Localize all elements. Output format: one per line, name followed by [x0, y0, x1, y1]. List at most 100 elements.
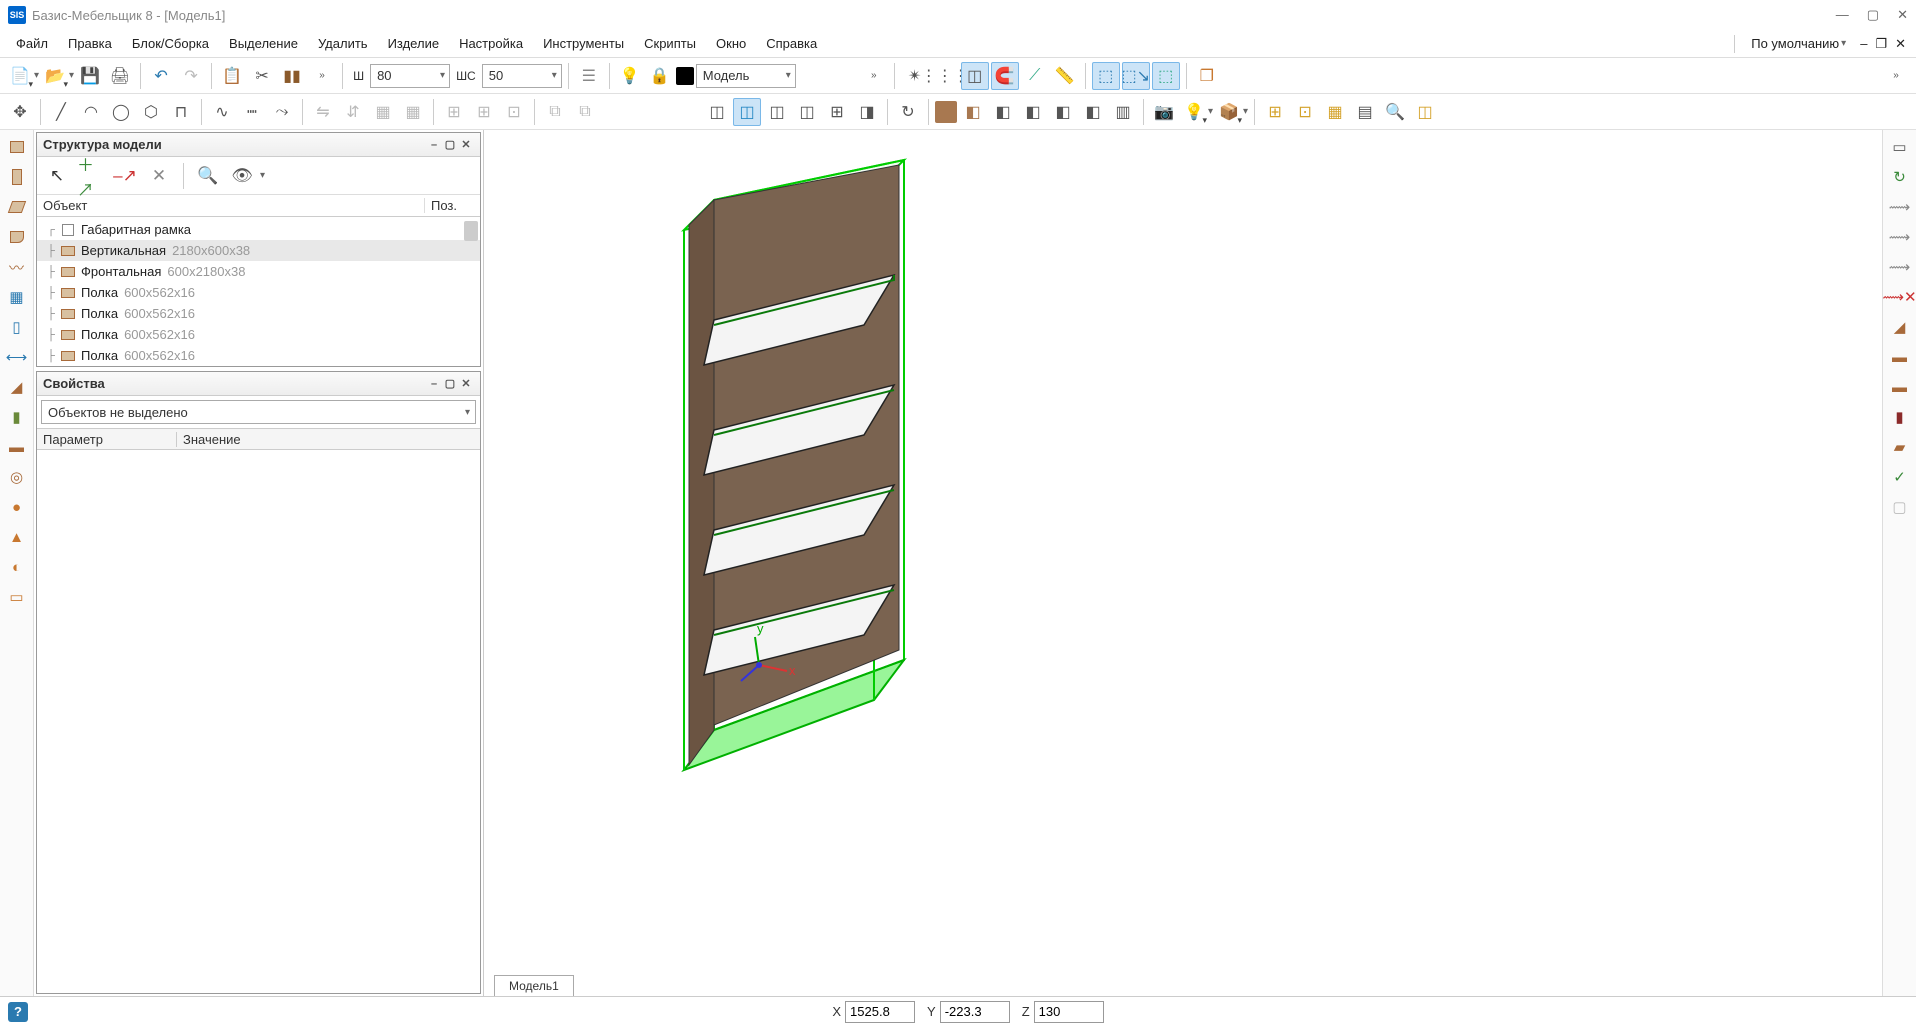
edge-icon[interactable]: ⟷ — [4, 344, 30, 370]
right-tool-7[interactable]: ◢ — [1887, 314, 1913, 340]
view-top[interactable]: ◫ — [763, 98, 791, 126]
tree-row[interactable]: ├Полка600x562x16 — [37, 345, 480, 366]
menu-edit[interactable]: Правка — [58, 32, 122, 55]
polygon-tool[interactable]: ⬡ — [137, 98, 165, 126]
menu-tools[interactable]: Инструменты — [533, 32, 634, 55]
measure-button[interactable]: 📏 — [1051, 62, 1079, 90]
panel-tool-4[interactable]: ▤ — [1351, 98, 1379, 126]
material-button[interactable] — [935, 101, 957, 123]
mirror-v[interactable]: ⇵ — [339, 98, 367, 126]
minimize-button[interactable]: — — [1836, 7, 1849, 23]
right-tool-1[interactable]: ▭ — [1887, 134, 1913, 160]
maximize-button[interactable]: ▢ — [1867, 7, 1879, 23]
scrollbar-thumb[interactable] — [464, 221, 478, 241]
viewport-tab[interactable]: Модель1 — [494, 975, 574, 996]
tree-row[interactable]: ├Вертикальная2180x600x38 — [37, 240, 480, 261]
right-tool-8[interactable]: ▬ — [1887, 344, 1913, 370]
curve-tool[interactable]: ∿ — [208, 98, 236, 126]
coord-z-input[interactable] — [1034, 1001, 1104, 1023]
panel-curve-icon[interactable] — [4, 224, 30, 250]
panel-tool-3[interactable]: ▦ — [1321, 98, 1349, 126]
right-tool-13[interactable]: ▢ — [1887, 494, 1913, 520]
cube-1[interactable]: ◧ — [959, 98, 987, 126]
tree-row[interactable]: ├Полка600x562x16 — [37, 324, 480, 345]
pattern-2[interactable]: ▦ — [399, 98, 427, 126]
tree-visibility-icon[interactable]: 👁 — [228, 162, 256, 190]
camera-button[interactable]: 📷 — [1150, 98, 1178, 126]
tree-row[interactable]: ├Полка600x562x16 — [37, 303, 480, 324]
props-close-icon[interactable]: ✕ — [458, 377, 474, 390]
cylinder-icon[interactable]: ▭ — [4, 584, 30, 610]
array-3[interactable]: ⊡ — [500, 98, 528, 126]
cut-button[interactable]: ✂ — [248, 62, 276, 90]
props-restore-icon[interactable]: ▢ — [442, 377, 458, 390]
array-2[interactable]: ⊞ — [470, 98, 498, 126]
width-input[interactable]: 80 — [370, 64, 450, 88]
menu-select[interactable]: Выделение — [219, 32, 308, 55]
pattern-1[interactable]: ▦ — [369, 98, 397, 126]
toolbar-overflow-3[interactable]: » — [1882, 62, 1910, 90]
menu-block[interactable]: Блок/Сборка — [122, 32, 219, 55]
spline-tool[interactable]: ⤳ — [268, 98, 296, 126]
toolbar-overflow-1[interactable]: » — [308, 62, 336, 90]
tree-row[interactable]: ┌Габаритная рамка — [37, 219, 480, 240]
right-tool-2[interactable]: ↻ — [1887, 164, 1913, 190]
doc-restore-button[interactable]: ❐ — [1875, 36, 1887, 52]
display-mode-combo[interactable]: Модель — [696, 64, 796, 88]
mirror-h[interactable]: ⇋ — [309, 98, 337, 126]
right-tool-11[interactable]: ▰ — [1887, 434, 1913, 460]
view-combo[interactable]: ⊞ — [823, 98, 851, 126]
screw-del-icon[interactable]: ⟿✕ — [1887, 284, 1913, 310]
panel-minimize-icon[interactable]: – — [426, 139, 442, 151]
panel-h-icon[interactable] — [4, 134, 30, 160]
props-minimize-icon[interactable]: – — [426, 378, 442, 390]
panel-bent-icon[interactable]: 〰 — [4, 254, 30, 280]
circle-tool[interactable]: ◯ — [107, 98, 135, 126]
tree-row[interactable]: ├Полка600x562x16 — [37, 282, 480, 303]
open-button[interactable]: 📂 — [41, 62, 69, 90]
lock-toggle[interactable]: 🔒 — [646, 62, 674, 90]
screw-1-icon[interactable]: ⟿ — [1887, 194, 1913, 220]
magnet-toggle[interactable]: 🧲 — [991, 62, 1019, 90]
dashed-tool[interactable]: ┉ — [238, 98, 266, 126]
light-dropdown[interactable]: 💡 — [1180, 98, 1208, 126]
step-input[interactable]: 50 — [482, 64, 562, 88]
print-button[interactable]: 🖨 — [106, 62, 134, 90]
view-tool-1[interactable]: ⬚ — [1092, 62, 1120, 90]
extrude-icon[interactable]: ◢ — [4, 374, 30, 400]
screw-2-icon[interactable]: ⟿ — [1887, 224, 1913, 250]
coord-x-input[interactable] — [845, 1001, 915, 1023]
copy-button[interactable]: 📋 — [218, 62, 246, 90]
cube-2[interactable]: ◧ — [989, 98, 1017, 126]
view-tool-3[interactable]: ⬚ — [1152, 62, 1180, 90]
tree-settings-icon[interactable]: ✕ — [145, 162, 173, 190]
zoom-fit[interactable]: 🔍 — [1381, 98, 1409, 126]
tree-select-icon[interactable]: ↖ — [43, 162, 71, 190]
cone-icon[interactable]: ▲ — [4, 524, 30, 550]
panel-tool-1[interactable]: ⊞ — [1261, 98, 1289, 126]
arc-tool[interactable]: ◠ — [77, 98, 105, 126]
scheme-dropdown[interactable]: По умолчанию▾ — [1741, 32, 1856, 55]
menu-settings[interactable]: Настройка — [449, 32, 533, 55]
coord-y-input[interactable] — [940, 1001, 1010, 1023]
tree-add-icon[interactable]: ＋↗ — [77, 162, 105, 190]
door-tool-button[interactable]: ▮▮ — [278, 62, 306, 90]
undo-button[interactable]: ↶ — [147, 62, 175, 90]
view-iso2[interactable]: ◨ — [853, 98, 881, 126]
menu-help[interactable]: Справка — [756, 32, 827, 55]
right-tool-10[interactable]: ▮ — [1887, 404, 1913, 430]
panel-f-icon[interactable] — [4, 194, 30, 220]
array-1[interactable]: ⊞ — [440, 98, 468, 126]
bracket-tool[interactable]: ⊓ — [167, 98, 195, 126]
view-front[interactable]: ◫ — [703, 98, 731, 126]
redo-button[interactable]: ↷ — [177, 62, 205, 90]
layers-button[interactable]: ☰ — [575, 62, 603, 90]
panel-close-icon[interactable]: ✕ — [458, 138, 474, 151]
grid-toggle[interactable]: ⋮⋮⋮ — [931, 62, 959, 90]
hole-icon[interactable]: ◎ — [4, 464, 30, 490]
box-icon[interactable]: ◐ — [4, 554, 30, 580]
rod-icon[interactable]: ▬ — [4, 434, 30, 460]
menu-file[interactable]: Файл — [6, 32, 58, 55]
cube-6[interactable]: ▥ — [1109, 98, 1137, 126]
panel-restore-icon[interactable]: ▢ — [442, 138, 458, 151]
